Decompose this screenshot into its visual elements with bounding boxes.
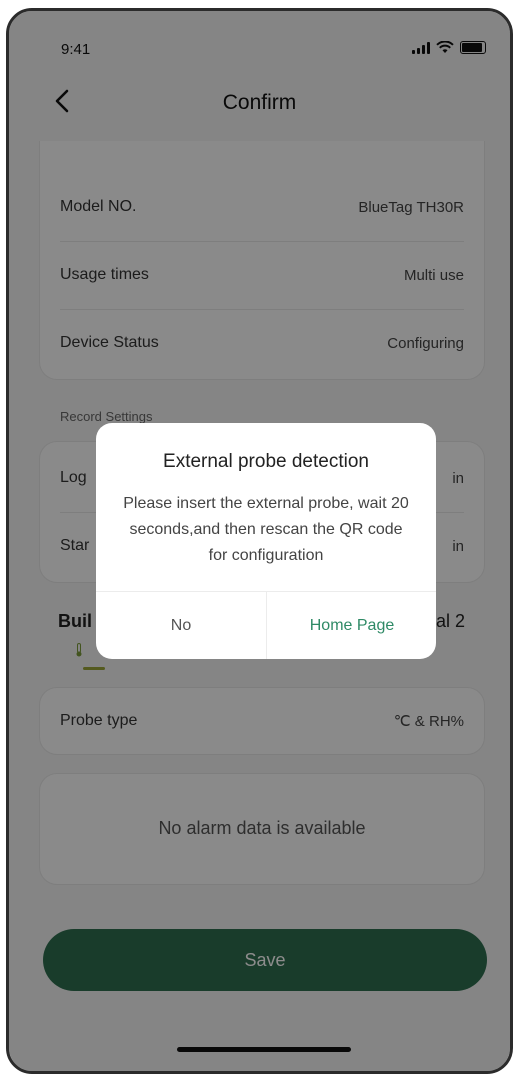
- dialog-message: Please insert the external probe, wait 2…: [123, 495, 409, 564]
- phone-frame: 9:41 Confirm Model NO. BlueTag TH30R Usa…: [6, 8, 513, 1074]
- dialog-title: External probe detection: [163, 451, 369, 472]
- no-button[interactable]: No: [96, 592, 266, 659]
- home-page-button[interactable]: Home Page: [267, 592, 436, 659]
- probe-detection-dialog: External probe detection Please insert t…: [96, 423, 436, 659]
